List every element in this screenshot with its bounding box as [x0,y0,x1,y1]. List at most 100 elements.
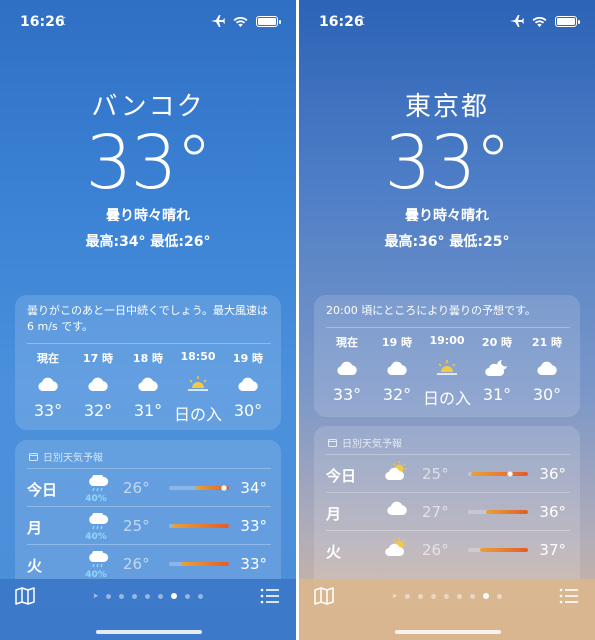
daily-row[interactable]: 火 40% 26° 33° [27,544,271,582]
hourly-list[interactable]: 現在 33° 19 時 32° 19:00 日の入 20 時 31° 21 時 [314,328,580,409]
cloud-icon [336,355,358,381]
status-bar: 16:26 ☾ [299,14,595,32]
battery-icon [555,15,580,27]
page-dot[interactable] [106,593,112,599]
daily-forecast-header: 日別天気予報 [43,453,103,464]
city-list-button[interactable] [559,588,579,608]
home-indicator[interactable] [96,630,202,634]
status-bar: 16:26 ☾ [0,14,296,32]
page-dot[interactable] [457,593,463,599]
page-dot-active[interactable] [171,593,178,599]
city-name: 東京都 [404,92,489,122]
hourly-item: 19:00 日の入 [423,334,472,409]
cloud-icon [87,371,109,397]
current-temperature: 33° [384,120,511,206]
hour-temperature: 33° [33,401,63,420]
hour-temperature: 30° [233,401,263,420]
day-low-temperature: 25° [123,517,150,535]
hourly-item: 現在 33° [324,334,370,409]
daily-row[interactable]: 月 27° 36° [326,492,570,530]
temperature-range-bar [169,524,229,528]
temperature-range-fill [172,524,229,528]
hour-label: 18:50 [180,350,216,363]
location-arrow-icon: ➤ [92,592,99,600]
temperature-range-fill [181,562,229,566]
current-condition: 曇り時々晴れ [106,208,190,224]
hourly-item: 17 時 32° [75,350,121,425]
home-indicator[interactable] [395,630,501,634]
daily-forecast-header: 日別天気予報 [342,439,402,450]
hour-temperature: 日の入 [423,389,472,408]
hour-label: 現在 [37,352,59,365]
page-dot[interactable] [198,593,204,599]
temperature-range-fill [486,510,528,514]
weather-panel-tokyo: 16:26 ☾ 東京都 33° 曇り時々晴れ 最高:36° 最低:25° 20:… [299,0,595,640]
current-temperature: 33° [85,120,212,206]
list-icon [260,588,279,604]
temperature-range-bar [169,562,229,566]
page-dot[interactable] [405,593,411,599]
status-time: 16:26 [20,14,65,30]
current-temperature-marker [221,485,228,491]
page-dot[interactable] [431,593,437,599]
weather-panel-bangkok: 16:26 ☾ バンコク 33° 曇り時々晴れ 最高:34° 最低:26° 曇り… [0,0,296,640]
calendar-icon [328,439,337,447]
daily-row[interactable]: 今日 40% 26° 34° [27,468,271,506]
hour-label: 現在 [336,336,358,349]
page-indicator[interactable]: ➤ [299,592,595,600]
temperature-range-fill [471,472,528,476]
precipitation-chance: 40% [85,532,107,542]
day-high-temperature: 33° [240,517,267,535]
daily-row[interactable]: 月 40% 25° 33° [27,506,271,544]
list-icon [559,588,578,604]
moon-icon: ☾ [359,15,369,28]
page-dot-active[interactable] [483,593,490,599]
location-arrow-icon: ➤ [391,592,398,600]
hourly-item: 19 時 32° [374,334,420,409]
moon-icon: ☾ [60,15,70,28]
hourly-forecast-card[interactable]: 曇りがこのあと一日中続くでしょう。最大風速は 6 m/s です。 現在 33° … [15,295,281,430]
hour-temperature: 32° [382,385,412,404]
hour-temperature: 31° [482,385,512,404]
hour-label: 21 時 [531,336,563,349]
city-list-button[interactable] [260,588,280,608]
day-name: 月 [27,519,43,537]
hour-temperature: 31° [133,401,163,420]
forecast-summary: 20:00 頃にところにより曇りの予想です。 [326,304,536,317]
bottom-toolbar: ➤ [0,579,296,640]
day-high-temperature: 37° [539,541,566,559]
page-dot[interactable] [444,593,450,599]
page-dot[interactable] [185,593,191,599]
daily-row[interactable]: 火 26° 37° [326,530,570,568]
page-dot[interactable] [497,593,503,599]
page-dot[interactable] [158,593,164,599]
page-indicator[interactable]: ➤ [0,592,296,600]
page-dot[interactable] [418,593,424,599]
hourly-item: 20 時 31° [474,334,520,409]
daily-row[interactable]: 今日 25° 36° [326,454,570,492]
battery-icon [256,15,281,27]
hour-temperature: 30° [532,385,562,404]
temperature-range-bar [468,471,528,477]
hourly-item: 18:50 日の入 [174,350,222,425]
page-dot[interactable] [132,593,138,599]
hourly-item: 21 時 30° [524,334,570,409]
page-dot[interactable] [119,593,125,599]
hourly-forecast-card[interactable]: 20:00 頃にところにより曇りの予想です。 現在 33° 19 時 32° 1… [314,295,580,417]
hourly-list[interactable]: 現在 33° 17 時 32° 18 時 31° 18:50 日の入 19 時 [15,344,281,425]
hourly-item: 現在 33° [25,350,71,425]
day-low-temperature: 26° [123,479,150,497]
day-name: 火 [27,557,43,575]
cloud-icon [37,371,59,397]
hour-label: 19:00 [429,334,465,347]
page-dot[interactable] [145,593,151,599]
hour-label: 19 時 [381,336,413,349]
calendar-icon [29,453,38,461]
page-dot[interactable] [470,593,476,599]
hourly-item: 19 時 30° [225,350,271,425]
hour-temperature: 33° [332,385,362,404]
current-temperature-marker [507,471,513,477]
temperature-range-bar [468,548,528,552]
cloud-icon [382,499,412,521]
hour-label: 19 時 [232,352,264,365]
